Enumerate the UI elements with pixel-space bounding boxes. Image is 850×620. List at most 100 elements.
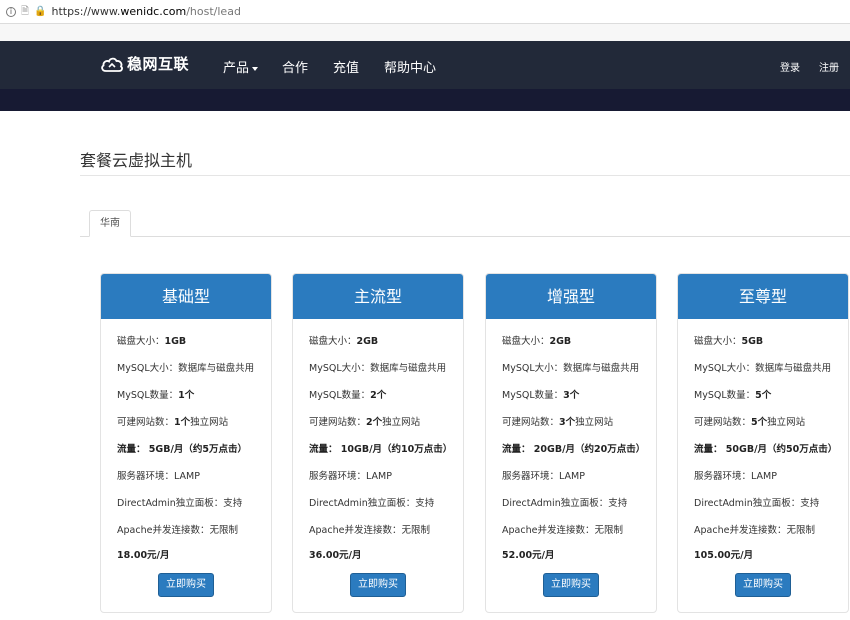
panel-text: DirectAdmin独立面板：支持 (694, 498, 820, 509)
mysql-count-label: MySQL数量： (502, 390, 564, 401)
spec-mysql-size: MySQL大小：数据库与磁盘共用 (309, 360, 446, 374)
buy-now-button[interactable]: 立即购买 (158, 573, 214, 597)
url-text[interactable]: https://www.wenidc.com/host/lead (52, 5, 241, 18)
page-icon: 🗎 (21, 5, 30, 17)
buy-now-button[interactable]: 立即购买 (735, 573, 791, 597)
mysql-count-label: MySQL数量： (309, 390, 371, 401)
sites-suffix: 独立网站 (575, 417, 614, 428)
spec-sites: 可建网站数：3个独立网站 (502, 414, 613, 428)
apache-text: Apache并发连接数：无限制 (309, 525, 430, 536)
spec-sites: 可建网站数：2个独立网站 (309, 414, 420, 428)
spec-mysql-count: MySQL数量：2个 (309, 387, 386, 401)
spec-traffic: 流量： 20GB/月（约20万点击） (502, 441, 645, 455)
disk-value: 1GB (164, 336, 187, 347)
apache-text: Apache并发连接数：无限制 (502, 525, 623, 536)
info-icon[interactable]: i (6, 6, 16, 17)
login-link[interactable]: 登录 (780, 59, 800, 74)
disk-label: 磁盘大小： (502, 336, 550, 347)
spec-apache: Apache并发连接数：无限制 (117, 522, 238, 536)
apache-text: Apache并发连接数：无限制 (694, 525, 815, 536)
spec-mysql-count: MySQL数量：3个 (502, 387, 579, 401)
site-logo[interactable]: 稳网互联 (100, 53, 189, 74)
mysql-count-value: 3个 (563, 390, 580, 401)
plan-name: 增强型 (486, 274, 656, 319)
spec-traffic: 流量： 5GB/月（约5万点击） (117, 441, 247, 455)
spec-apache: Apache并发连接数：无限制 (309, 522, 430, 536)
plan-price: 52.00元/月 (502, 550, 555, 561)
spec-env: 服务器环境：LAMP (502, 468, 585, 482)
apache-text: Apache并发连接数：无限制 (117, 525, 238, 536)
sites-suffix: 独立网站 (190, 417, 229, 428)
spec-env: 服务器环境：LAMP (694, 468, 777, 482)
spec-panel: DirectAdmin独立面板：支持 (117, 495, 242, 509)
buy-now-button[interactable]: 立即购买 (543, 573, 599, 597)
sites-value: 5个 (751, 417, 768, 428)
buy-now-button[interactable]: 立即购买 (350, 573, 406, 597)
sites-value: 2个 (366, 417, 383, 428)
mysql-count-label: MySQL数量： (117, 390, 179, 401)
tabs-divider (80, 236, 850, 237)
nav-help-center[interactable]: 帮助中心 (384, 57, 436, 76)
env-text: 服务器环境：LAMP (117, 471, 200, 482)
env-text: 服务器环境：LAMP (694, 471, 777, 482)
spec-panel: DirectAdmin独立面板：支持 (502, 495, 627, 509)
mysql-count-value: 2个 (370, 390, 387, 401)
plan-card: 主流型 磁盘大小：2GB MySQL大小：数据库与磁盘共用 MySQL数量：2个 可建网… (292, 273, 464, 613)
disk-value: 5GB (741, 336, 764, 347)
panel-text: DirectAdmin独立面板：支持 (502, 498, 628, 509)
spec-disk: 磁盘大小：5GB (694, 333, 763, 347)
lock-icon[interactable]: 🔒 (34, 6, 46, 17)
plan-price: 105.00元/月 (694, 550, 754, 561)
caret-down-icon (252, 66, 259, 71)
mysql-size-text: MySQL大小：数据库与磁盘共用 (117, 363, 255, 374)
spec-panel: DirectAdmin独立面板：支持 (309, 495, 434, 509)
spec-mysql-size: MySQL大小：数据库与磁盘共用 (502, 360, 639, 374)
spec-sites: 可建网站数：1个独立网站 (117, 414, 228, 428)
spec-env: 服务器环境：LAMP (117, 468, 200, 482)
nav-products[interactable]: 产品 (223, 57, 259, 76)
header-banner (0, 89, 850, 111)
plan-card: 增强型 磁盘大小：2GB MySQL大小：数据库与磁盘共用 MySQL数量：3个 可建网… (485, 273, 657, 613)
plan-price: 18.00元/月 (117, 550, 170, 561)
spec-disk: 磁盘大小：2GB (309, 333, 378, 347)
mysql-count-label: MySQL数量： (694, 390, 756, 401)
plan-name: 至尊型 (678, 274, 848, 319)
plan-price: 36.00元/月 (309, 550, 362, 561)
spec-mysql-size: MySQL大小：数据库与磁盘共用 (694, 360, 831, 374)
spec-mysql-size: MySQL大小：数据库与磁盘共用 (117, 360, 254, 374)
plan-name: 主流型 (293, 274, 463, 319)
spec-apache: Apache并发连接数：无限制 (502, 522, 623, 536)
disk-label: 磁盘大小： (309, 336, 357, 347)
mysql-count-value: 5个 (755, 390, 772, 401)
nav-products-label: 产品 (223, 61, 250, 76)
register-link[interactable]: 注册 (819, 59, 839, 74)
disk-label: 磁盘大小： (694, 336, 742, 347)
traffic-text: 流量： 10GB/月（约10万点击） (309, 444, 453, 455)
nav-recharge[interactable]: 充值 (333, 57, 359, 76)
traffic-text: 流量： 50GB/月（约50万点击） (694, 444, 838, 455)
window-strip (0, 24, 850, 41)
traffic-text: 流量： 5GB/月（约5万点击） (117, 444, 248, 455)
page-title: 套餐云虚拟主机 (80, 151, 193, 170)
spec-traffic: 流量： 50GB/月（约50万点击） (694, 441, 837, 455)
sites-label: 可建网站数： (502, 417, 560, 428)
spec-mysql-count: MySQL数量：5个 (694, 387, 771, 401)
sites-label: 可建网站数： (694, 417, 752, 428)
spec-panel: DirectAdmin独立面板：支持 (694, 495, 819, 509)
panel-text: DirectAdmin独立面板：支持 (117, 498, 243, 509)
mysql-count-value: 1个 (178, 390, 195, 401)
plan-name: 基础型 (101, 274, 271, 319)
plan-card: 至尊型 磁盘大小：5GB MySQL大小：数据库与磁盘共用 MySQL数量：5个 可建网… (677, 273, 849, 613)
spec-env: 服务器环境：LAMP (309, 468, 392, 482)
sites-value: 3个 (559, 417, 576, 428)
address-bar[interactable]: i 🗎 🔒 https://www.wenidc.com/host/lead (0, 0, 850, 24)
sites-value: 1个 (174, 417, 191, 428)
disk-label: 磁盘大小： (117, 336, 165, 347)
tab-south-china[interactable]: 华南 (89, 210, 131, 237)
disk-value: 2GB (549, 336, 572, 347)
nav-partner[interactable]: 合作 (282, 57, 308, 76)
spec-disk: 磁盘大小：2GB (502, 333, 571, 347)
spec-sites: 可建网站数：5个独立网站 (694, 414, 805, 428)
sites-label: 可建网站数： (309, 417, 367, 428)
sites-suffix: 独立网站 (767, 417, 806, 428)
